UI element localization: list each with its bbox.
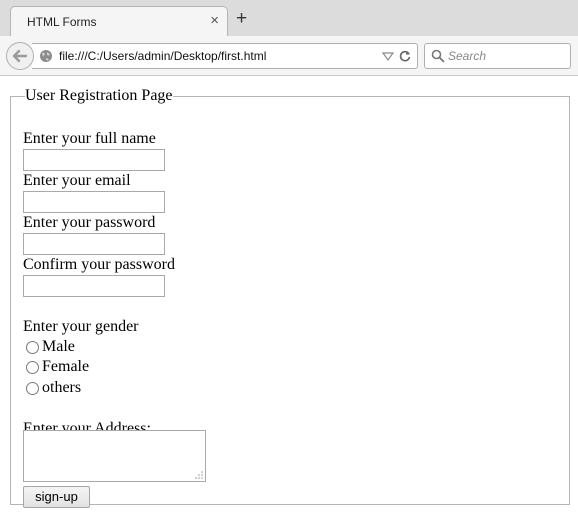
search-icon [431,49,445,63]
tab-strip: HTML Forms × + [0,0,578,36]
email-input[interactable] [23,191,165,213]
password-label: Enter your password [23,214,156,231]
tab-title: HTML Forms [27,15,97,29]
female-radio-label: Female [42,358,90,375]
password-input[interactable] [23,233,165,255]
form-legend: User Registration Page [25,87,173,104]
new-tab-icon[interactable]: + [236,9,247,28]
gender-option-male[interactable]: Male [26,337,75,357]
email-label: Enter your email [23,172,131,189]
gender-option-female[interactable]: Female [26,357,89,377]
full-name-input[interactable] [23,149,165,171]
confirm-password-label: Confirm your password [23,256,175,273]
globe-icon [40,50,52,62]
full-name-label: Enter your full name [23,130,156,147]
search-bar[interactable]: Search [424,43,571,69]
address-bar[interactable]: file:///C:/Users/admin/Desktop/first.htm… [32,43,418,69]
female-radio[interactable] [26,360,39,374]
page-content: User Registration Page Enter your full n… [0,77,578,516]
confirm-password-input[interactable] [23,275,165,297]
reload-icon[interactable] [398,49,412,63]
registration-fieldset: User Registration Page Enter your full n… [10,87,570,508]
address-textarea[interactable] [23,430,206,482]
gender-label: Enter your gender [23,318,139,335]
close-tab-icon[interactable]: × [210,13,219,29]
url-text: file:///C:/Users/admin/Desktop/first.htm… [59,49,267,63]
back-arrow-icon [12,49,28,63]
others-radio-label: others [42,379,82,396]
male-radio-label: Male [42,338,75,355]
sign-up-button[interactable]: sign-up [23,486,90,508]
gender-option-others[interactable]: others [26,378,81,398]
search-placeholder: Search [448,49,487,63]
resize-grip-icon[interactable] [195,471,203,479]
back-button[interactable] [6,42,34,70]
others-radio[interactable] [26,381,39,395]
history-dropdown-icon[interactable] [382,50,394,62]
navigation-toolbar: file:///C:/Users/admin/Desktop/first.htm… [0,36,578,76]
browser-tab[interactable]: HTML Forms × [10,6,228,36]
male-radio[interactable] [26,340,39,354]
